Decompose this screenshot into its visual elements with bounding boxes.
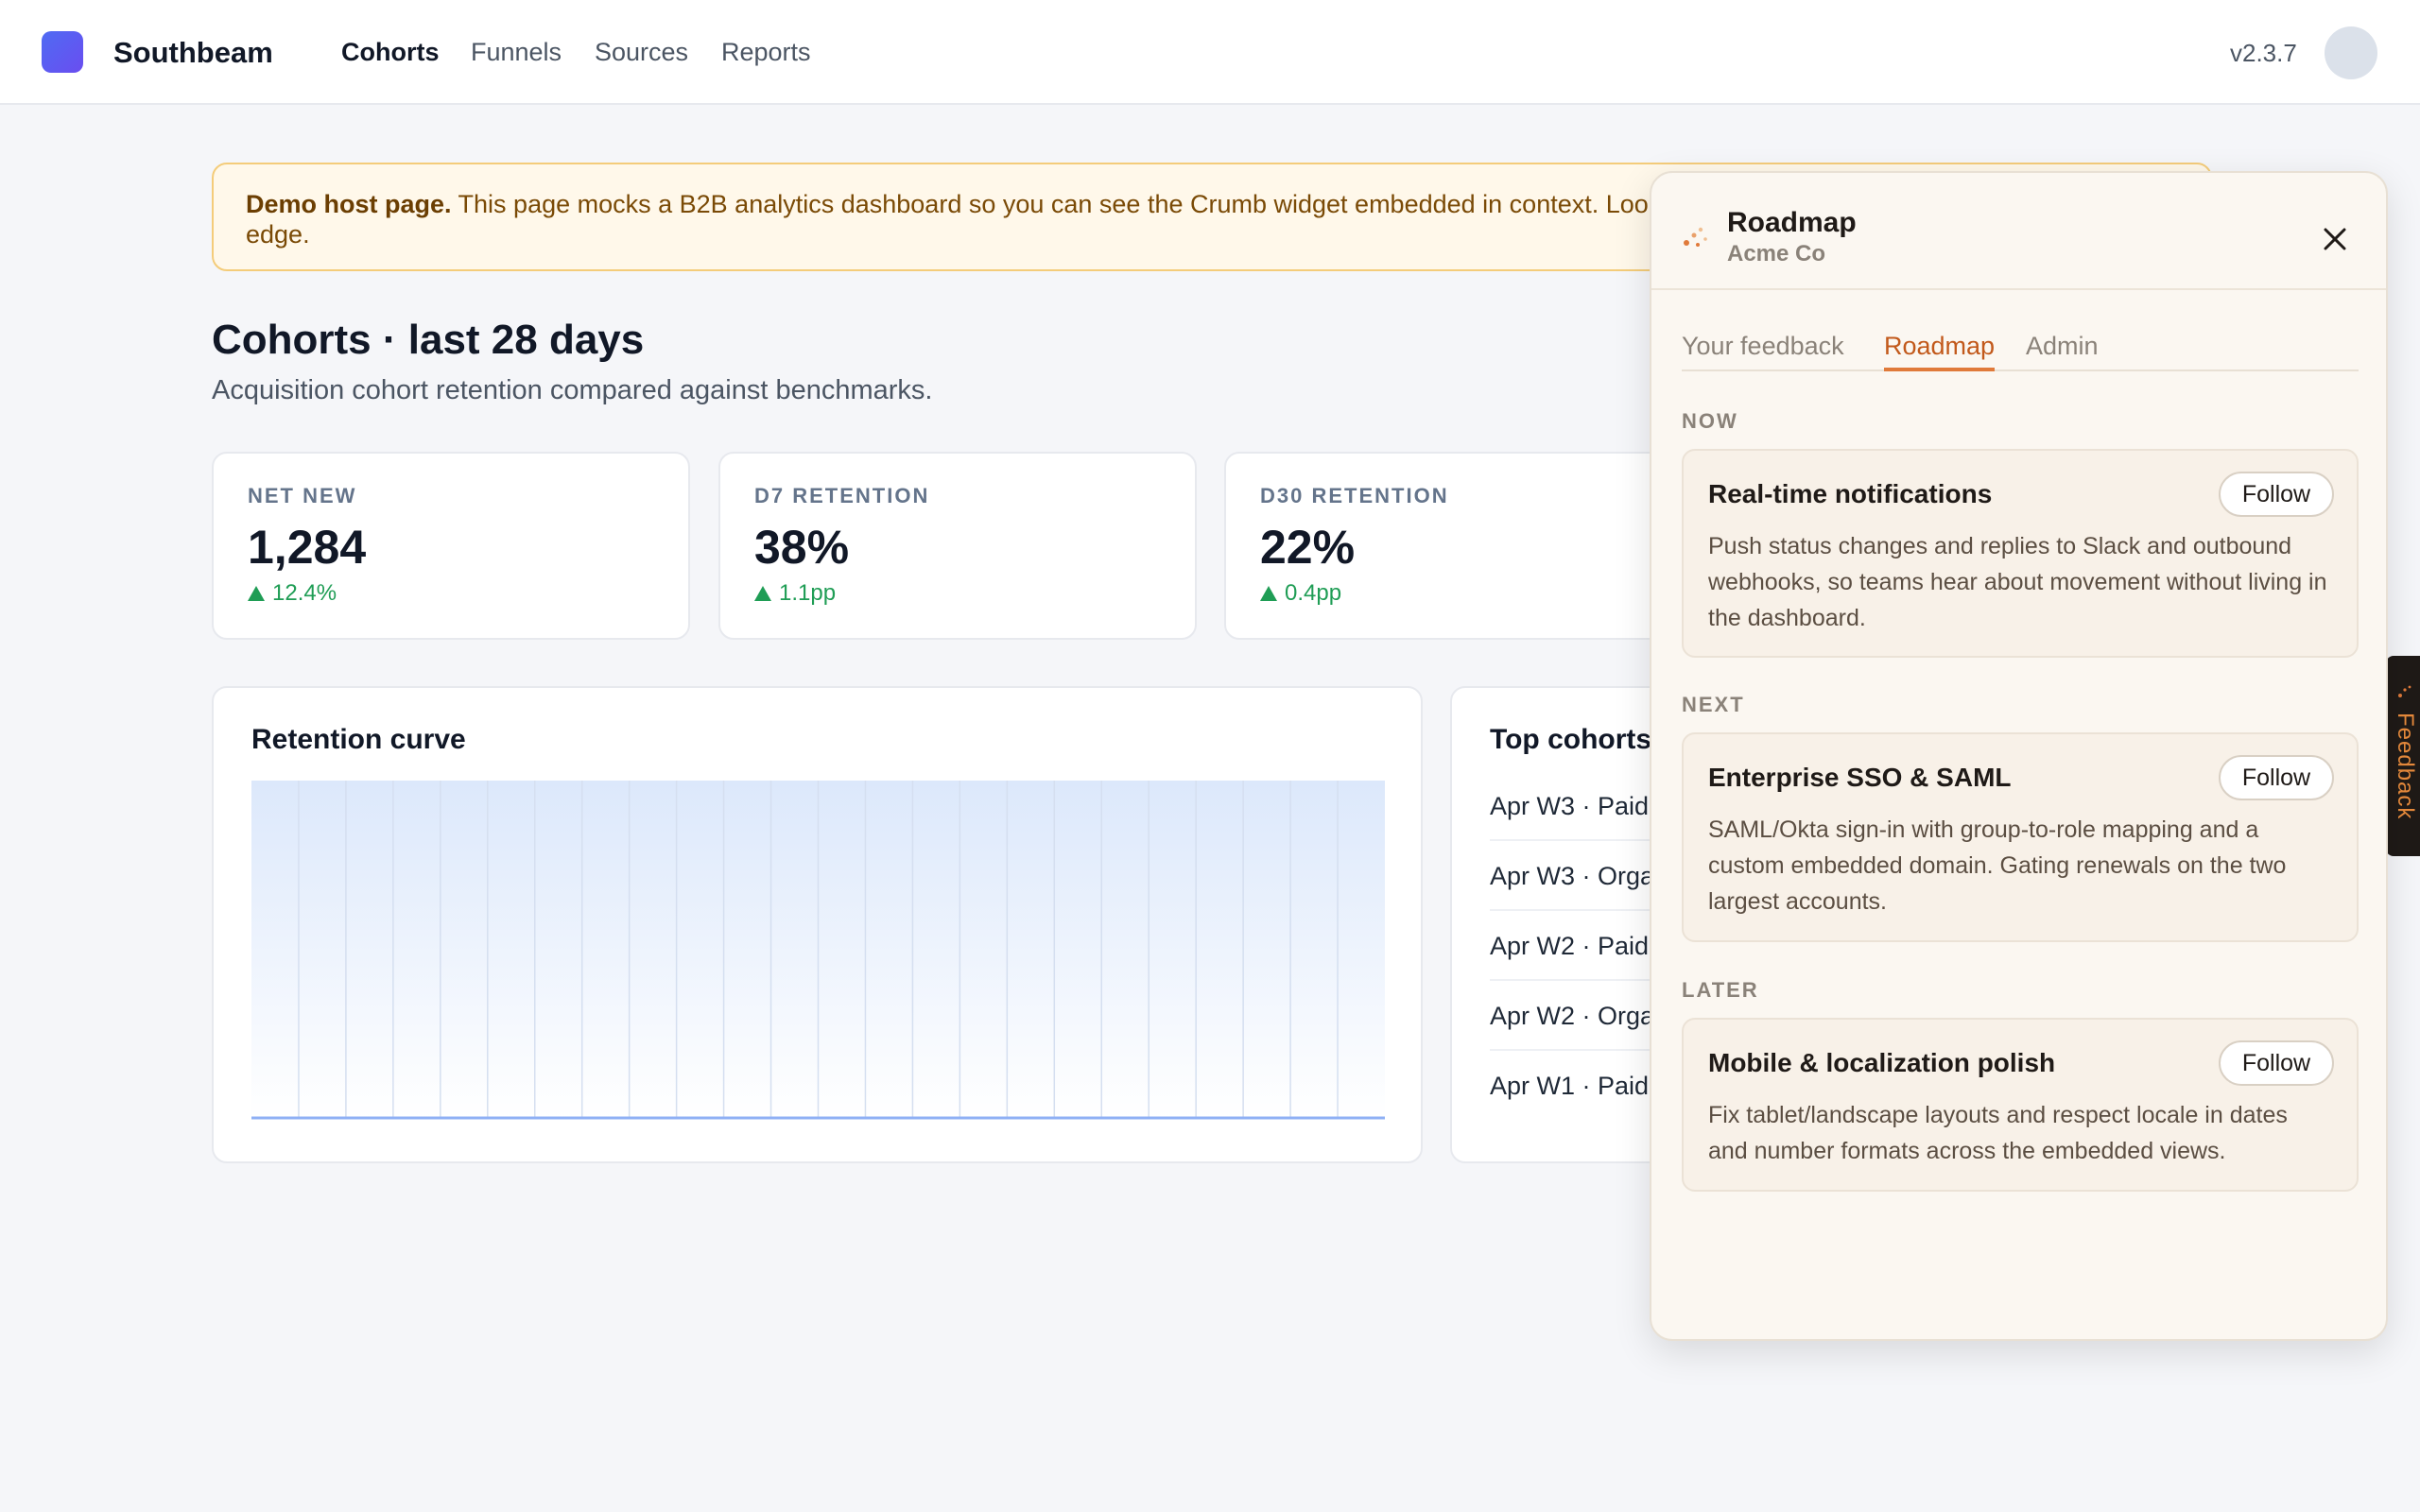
stat-delta-value: 0.4pp [1285,580,1342,606]
banner-text-line2: edge. [246,220,310,249]
roadmap-item-description: Push status changes and replies to Slack… [1708,533,2327,631]
stat-label: NET NEW [248,484,357,507]
up-arrow-icon [248,586,265,601]
stat-card-net-new: NET NEW 1,284 12.4% [212,452,690,640]
version-label: v2.3.7 [2230,39,2297,67]
section-label-now: NOW [1682,409,1738,433]
close-icon[interactable] [2316,220,2354,258]
roadmap-item-description: SAML/Okta sign-in with group-to-role map… [1708,816,2287,915]
roadmap-item-card[interactable]: Mobile & localization polish Follow Fix … [1682,1018,2359,1192]
page-subtitle: Acquisition cohort retention compared ag… [212,375,933,405]
stat-label: D7 RETENTION [754,484,930,507]
stat-value: 22% [1260,521,1356,574]
roadmap-widget: Roadmap Acme Co Your feedback Roadmap Ad… [1650,171,2388,1341]
widget-title: Roadmap [1727,207,1857,238]
stat-delta: 1.1pp [754,580,1161,607]
tab-admin[interactable]: Admin [2026,332,2099,371]
nav-link-funnels[interactable]: Funnels [471,38,562,67]
stat-label: D30 RETENTION [1260,484,1449,507]
retention-curve-title: Retention curve [251,724,466,755]
top-cohorts-title: Top cohorts [1490,724,1652,755]
brand-logo[interactable] [42,31,83,73]
retention-curve-chart [251,781,1385,1120]
tab-roadmap[interactable]: Roadmap [1884,332,1996,371]
feedback-tab-label: Feedback [2393,713,2418,820]
roadmap-item-title: Enterprise SSO & SAML [1708,763,2012,792]
stat-delta: 0.4pp [1260,580,1667,607]
widget-org-name: Acme Co [1727,241,1826,266]
feedback-side-tab[interactable]: Feedback [2386,656,2420,856]
follow-button[interactable]: Follow [2219,472,2334,517]
brand-name[interactable]: Southbeam [113,36,273,70]
stat-value: 1,284 [248,521,367,574]
retention-curve-card: Retention curve [212,686,1423,1163]
up-arrow-icon [754,586,771,601]
roadmap-item-card[interactable]: Real-time notifications Follow Push stat… [1682,449,2359,658]
stat-card-d7-retention: D7 RETENTION 38% 1.1pp [718,452,1197,640]
follow-button[interactable]: Follow [2219,755,2334,800]
stat-delta-value: 1.1pp [779,580,837,606]
banner-bold: Demo host page. [246,190,452,218]
roadmap-item-title: Real-time notifications [1708,479,1993,508]
stat-value: 38% [754,521,850,574]
crumb-logo-icon [1684,227,1707,247]
nav-link-cohorts[interactable]: Cohorts [341,38,440,67]
roadmap-item-description: Fix tablet/landscape layouts and respect… [1708,1102,2288,1164]
stat-card-d30-retention: D30 RETENTION 22% 0.4pp [1224,452,1703,640]
section-label-later: LATER [1682,978,1759,1002]
top-nav: Southbeam Cohorts Funnels Sources Report… [0,0,2420,105]
up-arrow-icon [1260,586,1277,601]
follow-button[interactable]: Follow [2219,1040,2334,1086]
roadmap-item-card[interactable]: Enterprise SSO & SAML Follow SAML/Okta s… [1682,732,2359,942]
nav-link-reports[interactable]: Reports [721,38,811,67]
widget-header: Roadmap Acme Co [1651,173,2386,290]
avatar[interactable] [2325,26,2377,79]
nav-link-sources[interactable]: Sources [595,38,688,67]
widget-tabs: Your feedback Roadmap Admin [1682,332,2359,371]
tab-your-feedback[interactable]: Your feedback [1682,332,1844,371]
crumb-dots-icon [2398,685,2411,697]
roadmap-item-title: Mobile & localization polish [1708,1048,2056,1077]
page-title: Cohorts · last 28 days [212,317,645,363]
section-label-next: NEXT [1682,693,1745,716]
banner-text: This page mocks a B2B analytics dashboar… [451,190,1649,218]
stat-delta: 12.4% [248,580,654,607]
stat-delta-value: 12.4% [272,580,337,606]
